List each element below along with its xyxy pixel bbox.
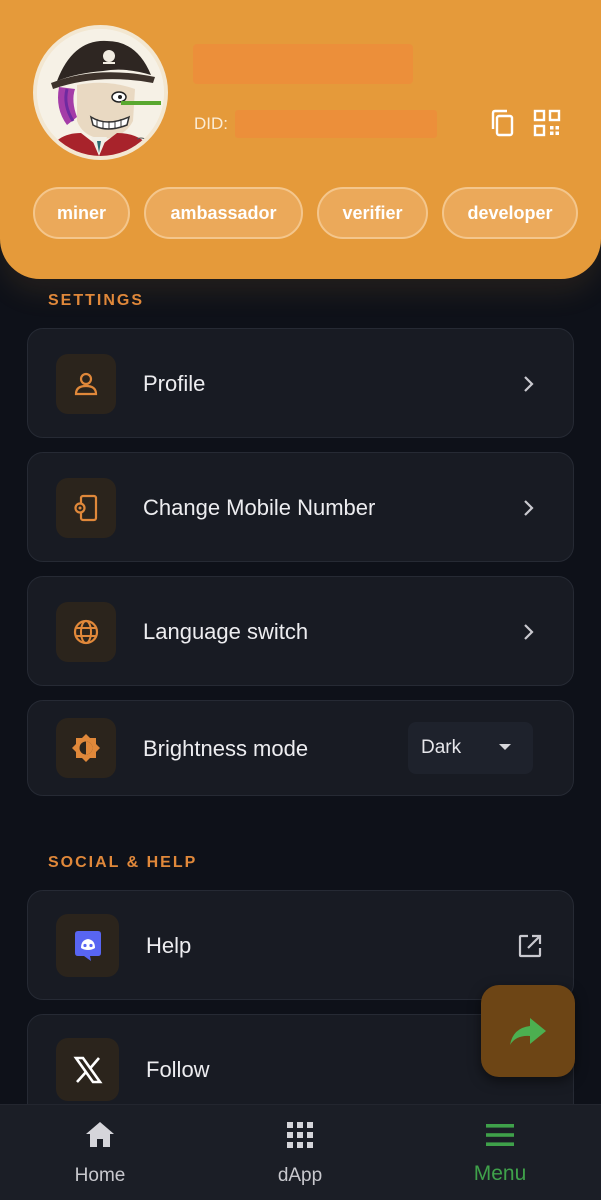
tag-ambassador[interactable]: ambassador xyxy=(144,187,303,239)
avatar[interactable] xyxy=(33,25,168,160)
chevron-right-icon xyxy=(519,374,539,394)
grid-icon xyxy=(287,1122,313,1148)
role-tags: miner ambassador verifier developer xyxy=(33,187,578,239)
avatar-illustration xyxy=(37,29,164,156)
mobile-settings-icon xyxy=(56,478,116,538)
settings-item-label: Change Mobile Number xyxy=(143,495,376,520)
settings-item-profile[interactable]: Profile xyxy=(27,328,574,438)
nav-item-dapp[interactable]: dApp xyxy=(200,1105,400,1200)
open-in-new-icon xyxy=(517,933,543,959)
nav-label: dApp xyxy=(277,1165,323,1186)
globe-icon xyxy=(56,602,116,662)
chevron-right-icon xyxy=(519,622,539,642)
brightness-icon xyxy=(56,718,116,778)
home-icon xyxy=(86,1122,114,1147)
tag-developer[interactable]: developer xyxy=(442,187,578,239)
settings-item-language-switch[interactable]: Language switch xyxy=(27,576,574,686)
brightness-mode-dropdown[interactable]: Dark xyxy=(408,722,533,774)
nav-label: Menu xyxy=(473,1162,527,1185)
dropdown-value: Dark xyxy=(421,737,462,758)
did-value-redacted xyxy=(235,110,437,138)
x-logo-icon xyxy=(56,1038,119,1101)
social-item-help[interactable]: Help xyxy=(27,890,574,1000)
tag-verifier[interactable]: verifier xyxy=(317,187,428,239)
nav-item-menu[interactable]: Menu xyxy=(400,1105,600,1200)
bottom-navigation: Home dApp Menu xyxy=(0,1104,601,1200)
settings-item-label: Language switch xyxy=(143,619,309,644)
qr-code-icon[interactable] xyxy=(532,108,562,138)
settings-item-label: Profile xyxy=(143,371,206,396)
username-redacted xyxy=(193,44,413,84)
social-help-section-title: SOCIAL & HELP xyxy=(48,854,198,871)
did-label: DID: xyxy=(194,114,228,133)
caret-down-icon xyxy=(499,744,511,750)
discord-icon xyxy=(56,914,119,977)
settings-section-title: SETTINGS xyxy=(48,292,145,309)
settings-item-brightness-mode: Brightness mode Dark xyxy=(27,700,574,796)
social-item-label: Follow xyxy=(146,1057,210,1082)
share-fab[interactable] xyxy=(481,985,575,1077)
tag-miner[interactable]: miner xyxy=(33,187,130,239)
settings-item-label: Brightness mode xyxy=(143,736,309,761)
settings-item-change-mobile-number[interactable]: Change Mobile Number xyxy=(27,452,574,562)
menu-icon xyxy=(486,1124,514,1146)
copy-icon[interactable] xyxy=(488,108,518,138)
nav-label: Home xyxy=(74,1165,126,1186)
nav-item-home[interactable]: Home xyxy=(0,1105,200,1200)
profile-header: DID: miner ambassador verifier developer xyxy=(0,0,601,279)
chevron-right-icon xyxy=(519,498,539,518)
social-item-label: Help xyxy=(146,933,192,958)
share-arrow-icon xyxy=(510,1018,546,1045)
person-icon xyxy=(56,354,116,414)
